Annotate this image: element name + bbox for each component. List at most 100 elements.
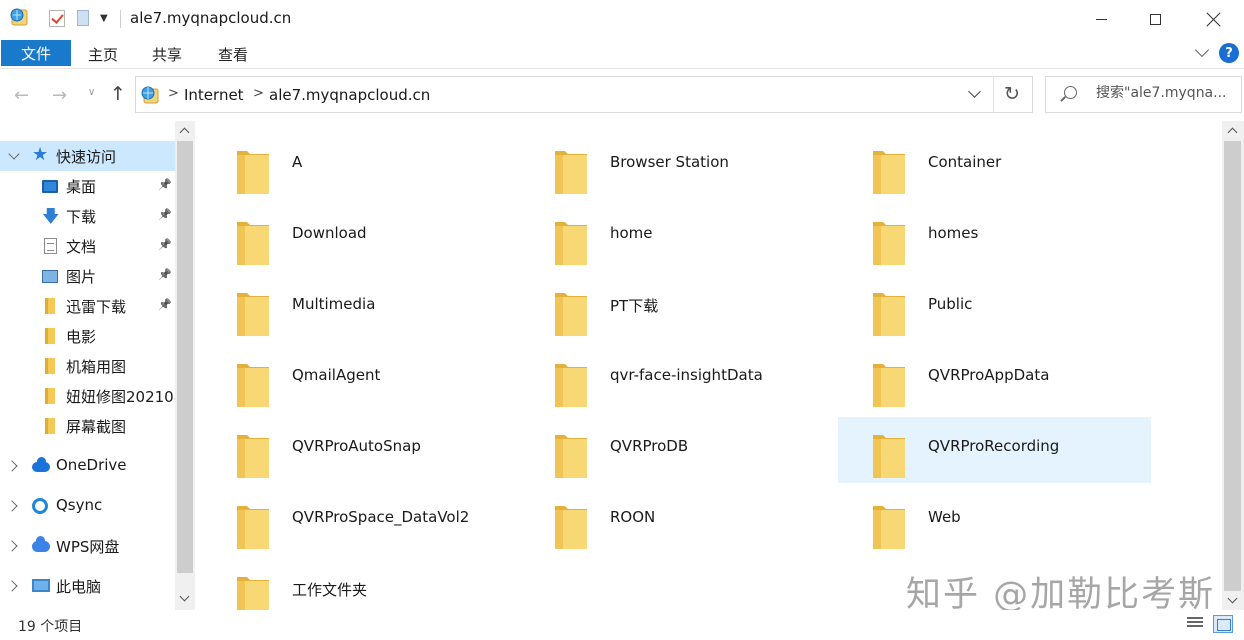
details-view-icon[interactable] [1187,617,1203,631]
chevron-right-icon[interactable] [6,580,18,592]
folder-item[interactable]: homes [838,204,1151,270]
back-arrow-icon[interactable]: ← [14,85,29,106]
folder-item[interactable]: QVRProAppData [838,346,1151,412]
properties-quick-access-icon[interactable] [49,10,65,27]
chevron-right-icon[interactable] [6,460,18,472]
sidebar-item-root[interactable]: Qsync [0,491,175,521]
forward-arrow-icon[interactable]: → [52,85,67,106]
sidebar-item[interactable]: 图片 📌 [0,261,175,291]
folder-item[interactable]: A [202,133,515,199]
scroll-down-icon[interactable] [179,591,190,602]
folder-icon [45,388,55,404]
star-icon: ★ [32,144,49,165]
folder-name: PT下载 [610,297,659,315]
folder-icon [871,431,907,481]
refresh-icon[interactable]: ↻ [1004,83,1020,105]
maximize-button[interactable] [1132,0,1178,38]
download-arrow-icon: 🡇 [42,207,60,227]
large-icons-view-icon[interactable] [1213,615,1233,633]
tab-share[interactable]: 共享 [152,44,182,65]
expand-ribbon-chevron-icon[interactable] [1194,42,1210,58]
sidebar-item[interactable]: 妞妞修图202108 [0,381,175,411]
sidebar-item[interactable]: 🡇 下载 📌 [0,201,175,231]
chevron-down-icon[interactable] [8,148,20,160]
scroll-up-icon[interactable] [1227,127,1238,138]
chevron-right-icon[interactable] [6,540,18,552]
tab-home[interactable]: 主页 [88,44,118,65]
scroll-up-icon[interactable] [179,127,190,138]
breadcrumb-internet[interactable]: Internet [184,86,244,104]
folder-item[interactable]: Multimedia [202,275,515,341]
status-bar: 19 个项目 [0,610,1244,640]
folder-item[interactable]: QVRProRecording [838,417,1151,483]
close-button[interactable] [1190,0,1236,38]
folder-icon [553,431,589,481]
sidebar-item[interactable]: 文档 📌 [0,231,175,261]
sidebar-item-root[interactable]: 此电脑 [0,571,175,601]
scroll-down-icon[interactable] [1227,593,1238,604]
document-icon [44,238,57,254]
pin-icon[interactable]: 📌 [158,268,172,281]
pin-icon[interactable]: 📌 [158,298,172,311]
folder-item[interactable]: QmailAgent [202,346,515,412]
sidebar-item[interactable]: 机箱用图 [0,351,175,381]
sidebar-item-root[interactable]: WPS网盘 [0,531,175,561]
folder-item[interactable]: Web [838,488,1151,554]
sidebar-item[interactable]: 电影 [0,321,175,351]
pin-icon[interactable]: 📌 [158,178,172,191]
sidebar-item[interactable]: 迅雷下载 📌 [0,291,175,321]
network-location-icon [141,86,159,104]
scrollbar-thumb[interactable] [1224,141,1241,591]
folder-name: Web [928,508,961,526]
folder-icon [45,418,55,434]
file-list-scrollbar[interactable] [1222,121,1244,610]
recent-locations-chevron-icon[interactable]: ∨ [88,87,95,98]
breadcrumb-separator-icon[interactable]: > [253,86,264,101]
folder-item[interactable]: 工作文件夹 [202,559,515,610]
folder-icon [553,147,589,197]
close-icon [1206,12,1221,27]
folder-name: ROON [610,508,656,526]
title-separator [120,10,121,28]
folder-name: Multimedia [292,295,376,313]
sidebar-item-quick-access[interactable]: ★ 快速访问 [0,141,175,171]
folder-item[interactable]: QVRProAutoSnap [202,417,515,483]
folder-item[interactable]: ROON [520,488,833,554]
tab-view[interactable]: 查看 [218,44,248,65]
pin-icon[interactable]: 📌 [158,238,172,251]
minimize-button[interactable] [1078,0,1124,38]
help-button[interactable]: ? [1219,43,1239,63]
folder-item[interactable]: PT下载 [520,275,833,341]
folder-item[interactable]: home [520,204,833,270]
up-arrow-icon[interactable]: ↑ [110,83,126,105]
pin-icon[interactable]: 📌 [158,208,172,221]
folder-name: Container [928,153,1002,171]
new-folder-quick-access-icon[interactable] [77,10,89,26]
folder-item[interactable]: QVRProDB [520,417,833,483]
folder-item[interactable]: qvr-face-insightData [520,346,833,412]
folder-item[interactable]: QVRProSpace_DataVol2 [202,488,515,554]
folder-item[interactable]: Public [838,275,1151,341]
sidebar-item-label: 桌面 [66,178,97,196]
folder-name: home [610,224,653,242]
chevron-right-icon[interactable] [6,500,18,512]
sidebar-item[interactable]: 桌面 📌 [0,171,175,201]
folder-item[interactable]: Browser Station [520,133,833,199]
folder-item[interactable]: Download [202,204,515,270]
address-bar[interactable]: > Internet > ale7.myqnapcloud.cn ↻ [135,76,1033,113]
network-location-icon[interactable] [8,6,30,28]
folder-icon [235,431,271,481]
sidebar-item-root[interactable]: OneDrive [0,451,175,481]
breadcrumb-host[interactable]: ale7.myqnapcloud.cn [269,86,430,104]
tab-file[interactable]: 文件 [1,40,71,66]
sidebar-item[interactable]: 屏幕截图 [0,411,175,441]
navigation-pane-scrollbar[interactable] [175,121,195,610]
address-dropdown-chevron-icon[interactable] [968,85,981,98]
customize-quick-access-dropdown[interactable]: ▼ [100,13,108,24]
breadcrumb-separator-icon[interactable]: > [168,86,179,101]
folder-name: QVRProSpace_DataVol2 [292,508,470,526]
scrollbar-thumb[interactable] [177,141,193,573]
search-input[interactable] [1096,85,1238,101]
search-box[interactable] [1045,76,1242,113]
folder-item[interactable]: Container [838,133,1151,199]
